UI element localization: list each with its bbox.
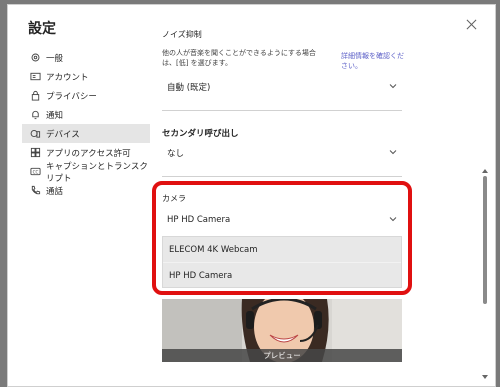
learn-more-link[interactable]: 詳細情報を確認ください。 — [341, 51, 409, 71]
sidebar-item-devices[interactable]: デバイス — [22, 124, 150, 143]
camera-preview: プレビュー — [162, 299, 402, 362]
bell-icon — [29, 109, 41, 121]
camera-select[interactable]: HP HD Camera — [162, 209, 402, 231]
sidebar-item-label: アカウント — [46, 72, 89, 83]
gear-icon — [29, 52, 41, 64]
sidebar-item-account[interactable]: アカウント — [22, 67, 150, 86]
scroll-down-icon[interactable] — [481, 374, 489, 380]
noise-suppression-value: 自動 (既定) — [167, 83, 211, 93]
sidebar-item-notifications[interactable]: 通知 — [22, 105, 150, 124]
camera-value: HP HD Camera — [167, 215, 231, 225]
scrollbar-thumb[interactable] — [483, 176, 487, 304]
preview-label: プレビュー — [162, 349, 402, 362]
sidebar-item-calls[interactable]: 通話 — [22, 181, 150, 200]
sidebar-item-general[interactable]: 一般 — [22, 48, 150, 67]
lock-icon — [29, 90, 41, 102]
settings-sidebar: 一般 アカウント プライバシー 通知 デバイス アプリのアクセス許可 CC キャ… — [22, 48, 150, 200]
scroll-up-icon[interactable] — [481, 168, 489, 174]
divider — [162, 176, 402, 177]
devices-icon — [29, 128, 41, 140]
sidebar-item-label: アプリのアクセス許可 — [46, 148, 131, 159]
noise-suppression-select[interactable]: 自動 (既定) — [162, 76, 402, 98]
dialog-title: 設定 — [28, 21, 56, 37]
camera-option[interactable]: ELECOM 4K Webcam — [163, 237, 401, 262]
sidebar-item-label: キャプションとトランスクリプト — [46, 161, 148, 184]
camera-label: カメラ — [162, 194, 186, 203]
chevron-down-icon — [389, 217, 397, 222]
sidebar-item-label: 通知 — [46, 110, 64, 121]
divider — [162, 110, 402, 111]
sidebar-item-label: 通話 — [46, 186, 64, 197]
noise-description: 他の人が音楽を聞くことができるようにする場合は、[低] を選びます。 — [162, 49, 316, 67]
noise-section-title: ノイズ抑制 — [162, 30, 202, 39]
secondary-ringer-select[interactable]: なし — [162, 142, 402, 164]
sidebar-item-label: 一般 — [46, 53, 64, 64]
chevron-down-icon — [389, 84, 397, 89]
account-card-icon — [29, 71, 41, 83]
secondary-ringer-label: セカンダリ呼び出し — [162, 129, 239, 139]
secondary-ringer-value: なし — [167, 149, 185, 159]
camera-option[interactable]: HP HD Camera — [163, 262, 401, 288]
caption-icon: CC — [29, 166, 41, 178]
sidebar-item-label: デバイス — [46, 129, 80, 140]
camera-dropdown-list: ELECOM 4K Webcam HP HD Camera — [162, 236, 402, 288]
svg-text:CC: CC — [32, 169, 38, 174]
sidebar-item-label: プライバシー — [46, 91, 97, 102]
apps-grid-icon — [29, 147, 41, 159]
sidebar-item-captions[interactable]: CC キャプションとトランスクリプト — [22, 161, 150, 184]
chevron-down-icon — [389, 150, 397, 155]
sidebar-item-privacy[interactable]: プライバシー — [22, 86, 150, 105]
phone-icon — [29, 185, 41, 197]
